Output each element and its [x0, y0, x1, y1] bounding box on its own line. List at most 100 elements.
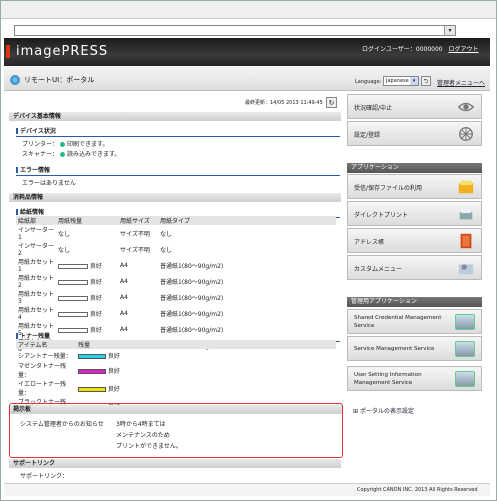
- user-info: ログインユーザー：0000000 ログアウト: [362, 44, 479, 53]
- notice-label: システム管理者からのお知らせ: [20, 421, 104, 428]
- cell: サイズ不明: [120, 246, 150, 254]
- refresh-button[interactable]: ↻: [326, 97, 337, 108]
- page-title: リモートUI：ポータル: [24, 76, 95, 84]
- table-row: インサーター1 なし サイズ不明 なし: [16, 225, 336, 241]
- toner-level-bar: [78, 353, 106, 359]
- language-apply-button[interactable]: ⮌: [421, 76, 431, 86]
- printer-icon: [459, 207, 473, 220]
- app-address-book[interactable]: アドレス帳: [347, 228, 482, 253]
- browser-toolbar: [1, 1, 496, 19]
- app-label: カスタムメニュー: [354, 266, 403, 273]
- paper-table-header: 給紙部 用紙残量 用紙サイズ 用紙タイプ: [16, 216, 336, 225]
- table-row: 用紙カセット4 良好 A4 普通紙1(80～90g/m2): [16, 305, 336, 321]
- error-info-header: エラー情報: [16, 165, 340, 176]
- toner-level-bar: [78, 368, 106, 374]
- toner-status: 良好: [107, 352, 120, 360]
- table-row: 用紙カセット3 良好 A4 普通紙1(80～90g/m2): [16, 289, 336, 305]
- table-row: マゼンタトナー残量： 良好: [16, 361, 336, 379]
- cell: サイズ不明: [120, 230, 150, 238]
- address-dropdown-button[interactable]: ▾: [444, 26, 455, 35]
- app-label: ダイレクトプリント: [354, 212, 409, 219]
- table-row: 用紙カセット2 良好 A4 普通紙1(80～90g/m2): [16, 273, 336, 289]
- mgmt-service-management[interactable]: Service Management Service: [347, 336, 482, 361]
- login-user-label: ログインユーザー：0000000: [362, 46, 443, 53]
- app-label: 受信/保存ファイルの利用: [354, 185, 423, 192]
- cell: 用紙カセット3: [18, 291, 55, 305]
- app-custom-menu[interactable]: カスタムメニュー: [347, 255, 482, 280]
- paper-level-bar: [58, 295, 88, 301]
- language-value: Japanese: [386, 78, 409, 84]
- col-header: 残量: [76, 340, 336, 349]
- col-header: 用紙残量: [56, 216, 118, 225]
- applications-header: アプリケーション: [347, 163, 482, 173]
- cell: なし: [58, 246, 71, 254]
- mgmt-user-setting[interactable]: User Setting Information Management Serv…: [347, 366, 482, 391]
- monitor-icon: [455, 371, 475, 387]
- cell: 普通紙1(80～90g/m2): [160, 262, 224, 270]
- toner-level-bar: [78, 386, 106, 392]
- table-row: シアントナー残量： 良好: [16, 349, 336, 361]
- mgmt-label: User Setting Information Management Serv…: [354, 372, 422, 386]
- mgmt-apps-header: 管理用アプリケーション: [347, 297, 482, 307]
- status-cancel-label: 状況確認/中止: [354, 105, 393, 112]
- portal-display-label: ポータルの表示設定: [359, 408, 414, 415]
- printer-status: 印刷できます。: [67, 141, 109, 148]
- cell: インサーター2: [18, 243, 55, 257]
- ok-status-icon: [60, 142, 66, 147]
- copyright: Copyright CANON INC. 2013 All Rights Res…: [357, 487, 478, 493]
- consumables-header: 消耗品情報: [9, 193, 341, 202]
- cell: 良好: [56, 273, 118, 289]
- monitor-icon: [455, 341, 475, 357]
- globe-icon: [10, 75, 20, 85]
- monitor-icon: [455, 314, 475, 330]
- paper-level-text: 良好: [89, 310, 102, 318]
- paper-level-text: 良好: [89, 278, 102, 286]
- language-select[interactable]: Japanese ▾: [383, 76, 419, 86]
- notice-line1: 3時から4時まては: [116, 421, 166, 428]
- paper-level-bar: [58, 279, 88, 285]
- cell: なし: [160, 246, 173, 254]
- cell: 普通紙1(80～90g/m2): [160, 278, 224, 286]
- scanner-label: スキャナー：: [22, 151, 59, 158]
- cell: 用紙カセット1: [18, 259, 55, 273]
- paper-level-bar: [58, 311, 88, 317]
- cell: 用紙カセット4: [18, 307, 55, 321]
- printer-status-row: プリンター： 印刷できます。: [22, 139, 108, 148]
- toner-status: 良好: [107, 385, 120, 393]
- cell: 良好: [56, 257, 118, 273]
- mgmt-shared-credential[interactable]: Shared Credential Management Service: [347, 309, 482, 334]
- cell: インサーター1: [18, 227, 55, 241]
- address-book-icon: [460, 233, 472, 249]
- app-received-files[interactable]: 受信/保存ファイルの利用: [347, 174, 482, 199]
- eye-icon: [457, 102, 475, 112]
- printer-label: プリンター：: [22, 141, 59, 148]
- logout-link[interactable]: ログアウト: [449, 46, 479, 53]
- last-updated: 最終更新：14/05 2013 11:49:45: [245, 100, 323, 106]
- cell: A4: [120, 261, 128, 269]
- language-label: Language:: [355, 79, 382, 85]
- status-cancel-button[interactable]: 状況確認/中止: [347, 94, 482, 119]
- admin-menu-link[interactable]: 管理者メニューへ: [437, 78, 485, 87]
- logo-mark-icon: [6, 45, 15, 58]
- toner-table-header: アイテム名 残量: [16, 340, 336, 349]
- scanner-status: 読み込みできます。: [67, 151, 121, 158]
- cell: 良好: [76, 349, 336, 361]
- address-bar[interactable]: [14, 25, 456, 36]
- toner-name: マゼンタトナー残量：: [18, 363, 67, 379]
- notice-header: 掲示板: [10, 405, 342, 414]
- table-row: イエロートナー残量： 良好: [16, 379, 336, 397]
- device-basic-header: デバイス基本情報: [9, 112, 341, 121]
- scanner-status-row: スキャナー： 読み込みできます。: [22, 149, 120, 158]
- settings-button[interactable]: 設定/登録: [347, 121, 482, 146]
- cell: 良好: [76, 361, 336, 379]
- col-header: 用紙タイプ: [158, 216, 336, 225]
- app-direct-print[interactable]: ダイレクトプリント: [347, 201, 482, 226]
- cell: A4: [120, 309, 128, 317]
- cell: 良好: [56, 289, 118, 305]
- cell: A4: [120, 277, 128, 285]
- col-header: 給紙部: [16, 216, 56, 225]
- portal-display-settings-link[interactable]: ⊞ ポータルの表示設定: [353, 406, 414, 415]
- settings-label: 設定/登録: [354, 132, 381, 139]
- app-label: アドレス帳: [354, 239, 385, 246]
- cell: 良好: [56, 305, 118, 321]
